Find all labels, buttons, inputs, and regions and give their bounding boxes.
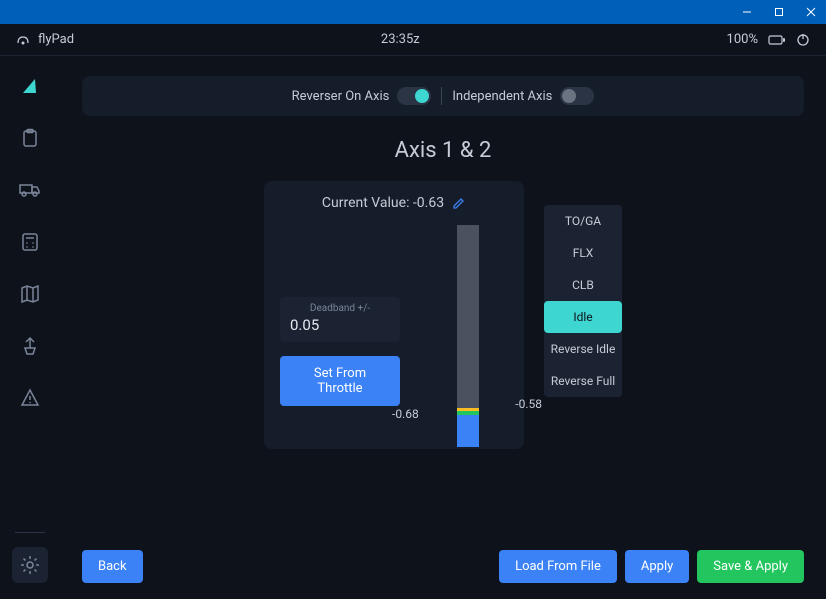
window-titlebar <box>0 0 826 24</box>
load-from-file-button[interactable]: Load From File <box>499 550 617 583</box>
app-name: flyPad <box>38 32 74 47</box>
content-area: Reverser On Axis Independent Axis Axis 1… <box>60 56 826 599</box>
signal-icon <box>16 33 30 47</box>
sidebar-clipboard-icon[interactable] <box>18 126 42 150</box>
save-apply-button[interactable]: Save & Apply <box>697 550 804 583</box>
clock: 23:35z <box>381 32 420 47</box>
back-button[interactable]: Back <box>82 550 143 583</box>
close-button[interactable] <box>804 5 818 19</box>
battery-icon <box>768 34 786 46</box>
detent-reverse-idle[interactable]: Reverse Idle <box>544 333 622 365</box>
axis-title: Axis 1 & 2 <box>82 138 804 163</box>
gauge-marker-green <box>457 411 479 415</box>
axis-config-panel: Current Value: -0.63 Deadband +/- 0.05 S… <box>264 181 524 449</box>
reverser-toggle[interactable] <box>397 87 431 105</box>
sidebar-settings-button[interactable] <box>12 547 48 583</box>
minimize-button[interactable] <box>740 5 754 19</box>
detent-clb[interactable]: CLB <box>544 269 622 301</box>
deadband-value: 0.05 <box>290 316 390 334</box>
power-icon[interactable] <box>796 33 810 47</box>
independent-toggle-label: Independent Axis <box>452 89 552 104</box>
detent-reverse-full[interactable]: Reverse Full <box>544 365 622 397</box>
sidebar-atc-icon[interactable] <box>18 334 42 358</box>
deadband-input[interactable]: Deadband +/- 0.05 <box>280 297 400 342</box>
sidebar <box>0 56 60 599</box>
sidebar-warning-icon[interactable] <box>18 386 42 410</box>
deadband-label: Deadband +/- <box>290 303 390 314</box>
sidebar-map-icon[interactable] <box>18 282 42 306</box>
gauge-fill <box>457 415 479 447</box>
gauge-marker-yellow <box>457 408 479 411</box>
detent-flx[interactable]: FLX <box>544 237 622 269</box>
gear-icon <box>20 555 40 575</box>
gauge-value-right: -0.58 <box>515 397 542 411</box>
sidebar-tailfin-icon[interactable] <box>18 74 42 98</box>
edit-icon[interactable] <box>452 196 466 210</box>
gauge-value-left: -0.68 <box>392 407 419 421</box>
set-from-throttle-button[interactable]: Set From Throttle <box>280 356 400 406</box>
sidebar-calculator-icon[interactable] <box>18 230 42 254</box>
independent-toggle[interactable] <box>560 87 594 105</box>
status-bar: flyPad 23:35z 100% <box>0 24 826 56</box>
maximize-button[interactable] <box>772 5 786 19</box>
toggle-divider <box>441 87 442 105</box>
sidebar-divider <box>15 532 45 533</box>
sidebar-truck-icon[interactable] <box>18 178 42 202</box>
apply-button[interactable]: Apply <box>625 550 689 583</box>
toggle-bar: Reverser On Axis Independent Axis <box>82 76 804 116</box>
reverser-toggle-label: Reverser On Axis <box>292 89 390 104</box>
current-value-label: Current Value: -0.63 <box>322 195 444 211</box>
detent-toga[interactable]: TO/GA <box>544 205 622 237</box>
throttle-gauge: -0.68 -0.58 <box>428 225 508 447</box>
bottom-button-bar: Back Load From File Apply Save & Apply <box>82 550 804 583</box>
battery-percentage: 100% <box>727 32 758 47</box>
detent-list: TO/GA FLX CLB Idle Reverse Idle Reverse … <box>544 205 622 397</box>
detent-idle[interactable]: Idle <box>544 301 622 333</box>
